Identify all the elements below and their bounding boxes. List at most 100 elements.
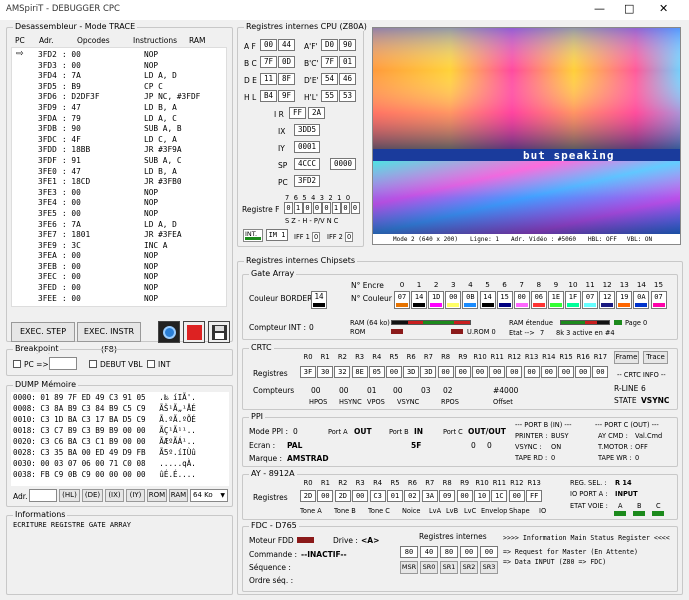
disasm-row[interactable]: 3FEC: 00 NOP	[38, 272, 226, 283]
fdc-register-button[interactable]: SR2	[460, 561, 478, 574]
couleur-cell[interactable]: 19	[616, 291, 633, 309]
reg-b[interactable]: 7F	[260, 56, 277, 68]
dump-hl-button[interactable]: (HL)	[59, 489, 80, 502]
reg-c2[interactable]: 01	[339, 56, 356, 68]
reg-l[interactable]: 9F	[278, 90, 295, 102]
ay-register[interactable]: 00	[456, 490, 473, 502]
disasm-row[interactable]: 3FD3: 00 NOP	[38, 61, 226, 72]
dump-row[interactable]: 0010: C3 1D BA C3 17 BA D5 C9 Ã.ºÃ.ºÕÉ	[13, 414, 229, 425]
disasm-row[interactable]: 3FD5: B9 CP C	[38, 82, 226, 93]
flag-bit[interactable]: 0	[341, 202, 350, 214]
disasm-row[interactable]: 3FE6: 7A LD A, D	[38, 220, 226, 231]
couleur-cell[interactable]: 07	[650, 291, 667, 309]
reg-sp[interactable]: 4CCC	[294, 158, 320, 170]
disasm-row[interactable]: 3FE1: 18CD JR #3FB0	[38, 177, 226, 188]
reg-h2[interactable]: 55	[321, 90, 338, 102]
crtc-register[interactable]: 00	[437, 366, 454, 378]
couleur-cell[interactable]: 07	[582, 291, 599, 309]
reg-r[interactable]: 2A	[308, 107, 325, 119]
reg-a[interactable]: 00	[260, 39, 277, 51]
reg-l2[interactable]: 53	[339, 90, 356, 102]
crtc-register[interactable]: 00	[558, 366, 574, 378]
couleur-cell[interactable]: 0B	[462, 291, 479, 309]
couleur-cell[interactable]: 07	[394, 291, 410, 309]
reg-d2[interactable]: 54	[321, 73, 338, 85]
crtc-register[interactable]: 3F	[300, 366, 316, 378]
dump-row[interactable]: 0028: C3 35 BA 00 ED 49 D9 FB Ã5º.íIÙû	[13, 447, 229, 458]
dump-row[interactable]: 0000: 01 89 7F ED 49 C3 91 05 .‰ íIÃ'.	[13, 392, 229, 403]
border-value[interactable]: 14	[311, 291, 327, 309]
crtc-register[interactable]: 8E	[351, 366, 368, 378]
couleur-cell[interactable]: 00	[513, 291, 530, 309]
dump-ram-button[interactable]: RAM	[169, 489, 188, 502]
ay-register[interactable]: 01	[387, 490, 403, 502]
couleur-cell[interactable]: 00	[445, 291, 462, 309]
ram-size-select[interactable]: 64 Ko ▼	[190, 489, 228, 502]
fdc-register-button[interactable]: SR1	[440, 561, 458, 574]
reg-sp-stack[interactable]: 0000	[330, 158, 356, 170]
disasm-row[interactable]: 3FE9: 3C INC A	[38, 241, 226, 252]
disasm-row[interactable]: 3FED: 00 NOP	[38, 283, 226, 294]
dump-row[interactable]: 0030: 00 03 07 06 00 71 C0 08 .....qÀ.	[13, 458, 229, 469]
dump-row[interactable]: 0038: FB C9 0B C9 00 00 00 00 ûÉ.É....	[13, 469, 229, 480]
ay-register[interactable]: 00	[317, 490, 334, 502]
reg-ix[interactable]: 3DD5	[294, 124, 320, 136]
disasm-row[interactable]: 3FD6: D2DF3F JP NC, #3FDF	[38, 92, 226, 103]
reg-a2[interactable]: D0	[321, 39, 338, 51]
debut-vbl-checkbox[interactable]	[89, 360, 97, 368]
disasm-list[interactable]: ⇨ 3FD2: 00 NOP 3FD3: 00 NOP 3FD4: 7A LD A, D3…	[11, 47, 227, 307]
crtc-register[interactable]: 00	[506, 366, 523, 378]
couleur-cell[interactable]: 1D	[428, 291, 445, 309]
couleur-cell[interactable]: 1F	[565, 291, 581, 309]
ay-register[interactable]: 00	[352, 490, 369, 502]
flag-bit[interactable]: 1	[293, 202, 303, 214]
reg-i[interactable]: FF	[289, 107, 306, 119]
ay-register[interactable]: 10	[474, 490, 490, 502]
reg-e[interactable]: 8F	[278, 73, 295, 85]
fdc-register[interactable]: 80	[440, 546, 458, 558]
ay-register[interactable]: 00	[508, 490, 525, 502]
couleur-cell[interactable]: 1E	[547, 291, 564, 309]
couleur-cell[interactable]: 06	[530, 291, 547, 309]
disasm-row[interactable]: 3FEA: 00 NOP	[38, 251, 226, 262]
reg-b2[interactable]: 7F	[321, 56, 338, 68]
flag-bit[interactable]: 0	[350, 202, 360, 214]
crtc-register[interactable]: 00	[523, 366, 540, 378]
flag-bit[interactable]: 0	[303, 202, 312, 214]
ay-register[interactable]: 2D	[334, 490, 351, 502]
ay-register[interactable]: 3A	[421, 490, 438, 502]
couleur-cell[interactable]: 14	[479, 291, 496, 309]
dump-ix-button[interactable]: (IX)	[105, 489, 124, 502]
crtc-register[interactable]: 00	[472, 366, 488, 378]
disasm-row[interactable]: 3FE3: 00 NOP	[38, 188, 226, 199]
reg-f[interactable]: 44	[278, 39, 295, 51]
fdc-register[interactable]: 00	[480, 546, 498, 558]
disasm-row[interactable]: 3FE5: 00 NOP	[38, 209, 226, 220]
dump-adr-input[interactable]	[29, 489, 57, 502]
couleur-cell[interactable]: 12	[599, 291, 616, 309]
disasm-row[interactable]: 3FDD: 18BB JR #3F9A	[38, 145, 226, 156]
reg-c[interactable]: 0D	[278, 56, 295, 68]
pc-breakpoint-input[interactable]	[49, 357, 77, 370]
disasm-row[interactable]: 3FEE: 00 NOP	[38, 294, 226, 305]
dump-de-button[interactable]: (DE)	[82, 489, 103, 502]
save-button[interactable]	[208, 321, 230, 343]
flag-bit[interactable]: 0	[322, 202, 331, 214]
flag-bit[interactable]: 0	[284, 202, 293, 214]
ay-register[interactable]: 2D	[300, 490, 316, 502]
flag-bit[interactable]: 1	[331, 202, 341, 214]
disasm-row[interactable]: 3FDB: 90 SUB A, B	[38, 124, 226, 135]
crtc-register[interactable]: 32	[334, 366, 351, 378]
disasm-row[interactable]: 3FDC: 4F LD C, A	[38, 135, 226, 146]
disasm-row[interactable]: 3FD2: 00 NOP	[38, 50, 226, 61]
crtc-register[interactable]: 00	[540, 366, 557, 378]
disasm-row[interactable]: 3FE7: 1801 JR #3FEA	[38, 230, 226, 241]
disasm-row[interactable]: 3FE4: 00 NOP	[38, 198, 226, 209]
crtc-register[interactable]: 00	[386, 366, 402, 378]
flag-bit[interactable]: 0	[312, 202, 322, 214]
ay-register[interactable]: 09	[439, 490, 456, 502]
flag-bits[interactable]: 01000100	[284, 202, 360, 214]
crtc-register[interactable]: 05	[368, 366, 385, 378]
crtc-trace-button[interactable]: Trace	[643, 351, 668, 364]
crtc-register[interactable]: 00	[489, 366, 506, 378]
